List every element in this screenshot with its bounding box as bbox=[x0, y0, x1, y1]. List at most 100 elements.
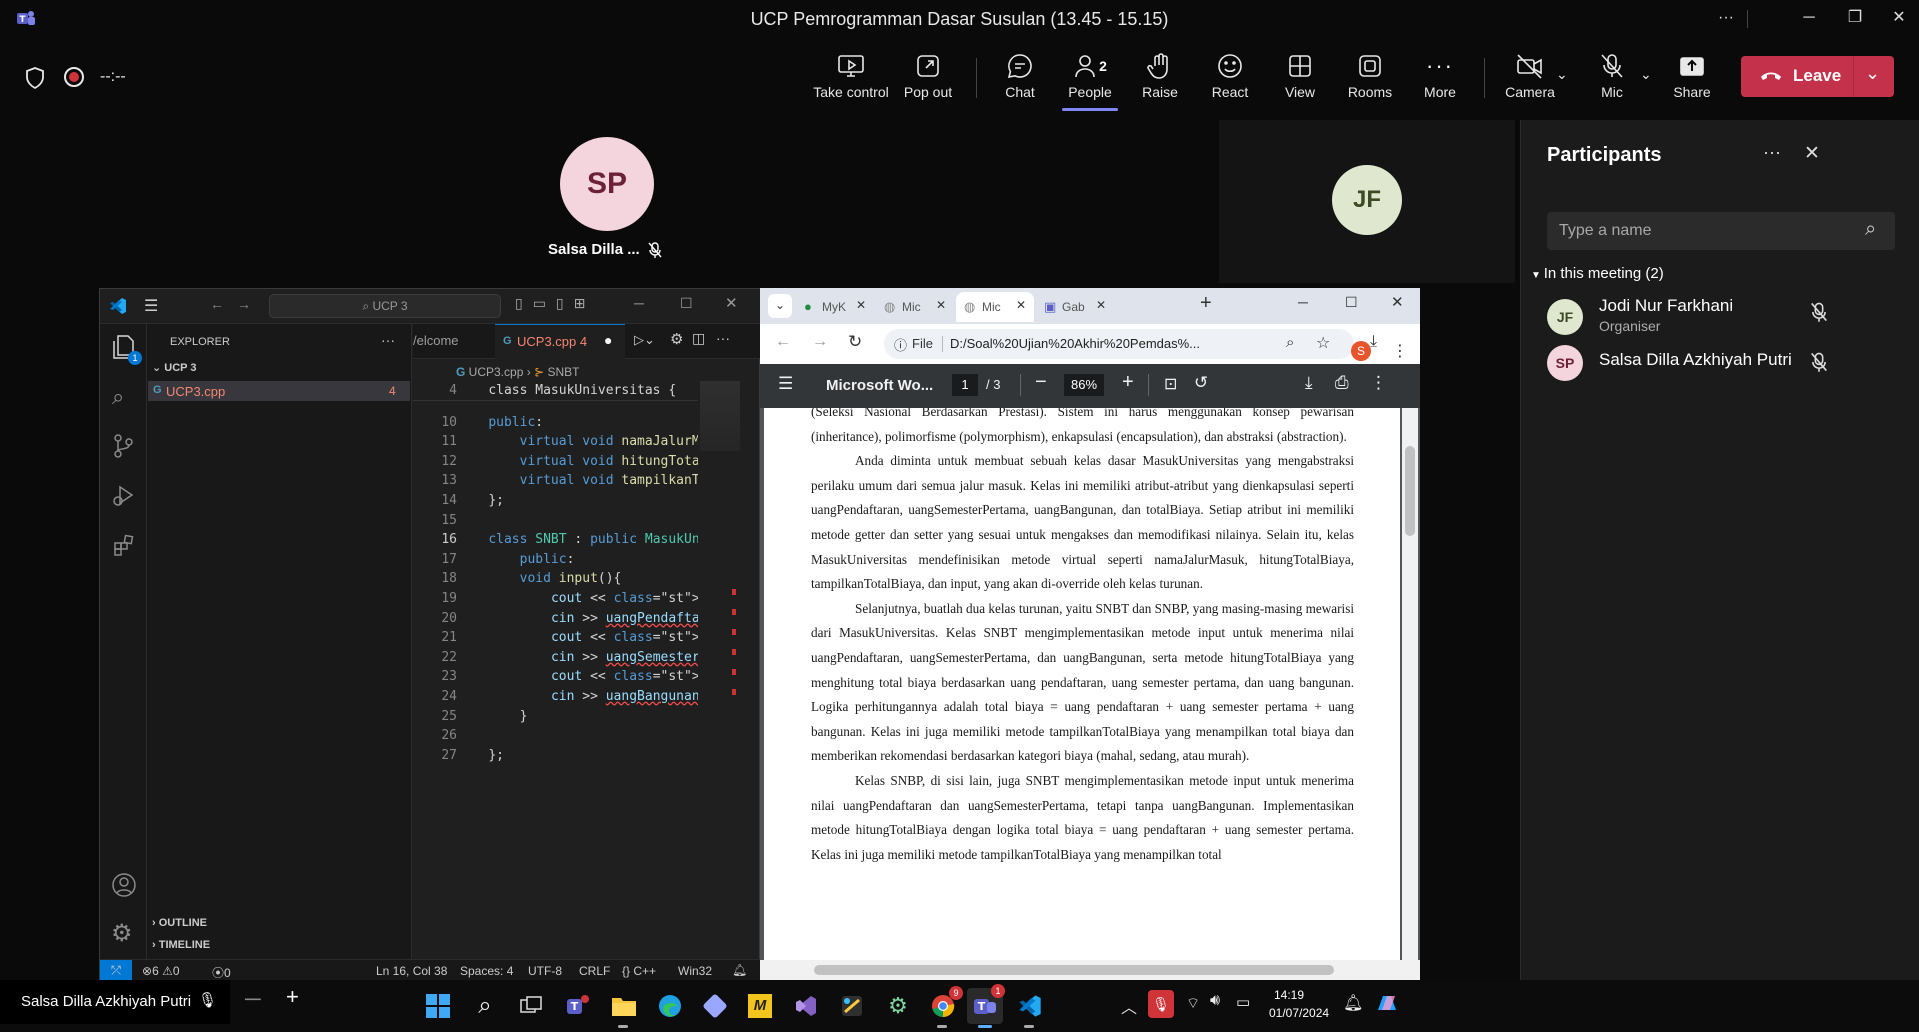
chat-button[interactable]: Chat bbox=[980, 50, 1060, 110]
leave-button[interactable]: Leave ⌄ bbox=[1741, 56, 1894, 97]
browser-tab[interactable]: ● MyK ✕ bbox=[796, 292, 874, 322]
folder-row[interactable]: ⌄ UCP 3 bbox=[152, 361, 196, 374]
notification-bell-icon[interactable]: 🔔︎ bbox=[1343, 993, 1363, 1013]
fit-page-icon[interactable]: ⊡ bbox=[1164, 374, 1177, 394]
wifi-icon[interactable]: ⌔ bbox=[1186, 994, 1200, 1013]
search-icon[interactable]: ⌕ bbox=[112, 384, 124, 410]
browser-more-icon[interactable]: ⋮ bbox=[1392, 341, 1408, 361]
platform[interactable]: Win32 bbox=[678, 964, 712, 978]
download-icon[interactable]: ⤓ bbox=[1370, 333, 1377, 351]
profile-avatar[interactable]: S bbox=[1351, 341, 1371, 361]
indentation[interactable]: Spaces: 4 bbox=[460, 964, 513, 978]
problems-indicator[interactable]: ⊗6 ⚠0 bbox=[142, 964, 180, 978]
ports-indicator[interactable]: ⦿0 bbox=[212, 964, 231, 981]
explorer-files-icon[interactable]: 1 bbox=[110, 333, 142, 365]
gear-icon[interactable]: ⚙ bbox=[670, 330, 683, 348]
pdf-scrollbar[interactable] bbox=[1402, 408, 1418, 960]
rotate-icon[interactable]: ↺ bbox=[1194, 373, 1208, 393]
clock-time[interactable]: 14:19 bbox=[1274, 988, 1304, 1002]
browser-tab[interactable]: ◍ Mic ✕ bbox=[956, 292, 1034, 322]
pdf-more-icon[interactable]: ⋮ bbox=[1370, 373, 1387, 393]
page-number-input[interactable]: 1 bbox=[952, 374, 978, 396]
explorer-more-icon[interactable]: ··· bbox=[381, 332, 395, 348]
more-button[interactable]: ··· More bbox=[1400, 50, 1480, 110]
drawing-app-icon[interactable] bbox=[834, 988, 870, 1024]
tab-active[interactable]: G UCP3.cpp 4 ● bbox=[495, 324, 625, 359]
rooms-button[interactable]: Rooms bbox=[1330, 50, 1410, 110]
horizontal-scrollbar[interactable] bbox=[760, 960, 1420, 980]
taskbar-search-icon[interactable]: ⌕ bbox=[467, 988, 503, 1024]
leave-options-chevron-icon[interactable]: ⌄ bbox=[1865, 63, 1880, 84]
extensions-icon[interactable] bbox=[112, 533, 136, 562]
bell-icon[interactable]: 🔔︎ bbox=[732, 963, 747, 977]
close-button[interactable]: ✕ bbox=[1876, 0, 1919, 38]
zoom-icon[interactable]: ⌕ bbox=[1286, 334, 1294, 351]
pop-out-button[interactable]: Pop out bbox=[888, 50, 968, 110]
browser-maximize-button[interactable]: ☐ bbox=[1345, 294, 1358, 311]
timeline-section[interactable]: › TIMELINE bbox=[152, 939, 210, 951]
minimap[interactable] bbox=[700, 381, 740, 451]
mic-options-chevron-icon[interactable]: ⌄ bbox=[1640, 66, 1652, 83]
forward-arrow-icon[interactable]: → bbox=[812, 333, 828, 351]
command-search-input[interactable]: ⌕ UCP 3 bbox=[269, 294, 501, 318]
more-options-icon[interactable]: ··· bbox=[1703, 0, 1749, 38]
vscode-minimize-button[interactable]: ─ bbox=[634, 295, 644, 311]
panel-close-icon[interactable]: ✕ bbox=[1804, 142, 1820, 165]
vscode-maximize-button[interactable]: ☐ bbox=[680, 295, 693, 312]
browser-close-button[interactable]: ✕ bbox=[1391, 293, 1404, 311]
meeting-section-header[interactable]: ▼ In this meeting (2) bbox=[1531, 265, 1664, 282]
tab-close-icon[interactable]: ✕ bbox=[936, 298, 946, 312]
panel-more-icon[interactable]: ··· bbox=[1763, 142, 1781, 163]
split-editor-icon[interactable]: ◫ bbox=[692, 330, 705, 347]
browser-tab[interactable]: ▣ Gab ✕ bbox=[1036, 292, 1114, 322]
line-ending[interactable]: CRLF bbox=[579, 964, 610, 978]
react-button[interactable]: React bbox=[1190, 50, 1270, 110]
forward-arrow-icon[interactable]: → bbox=[237, 296, 251, 312]
cursor-position[interactable]: Ln 16, Col 38 bbox=[376, 964, 447, 978]
zoom-in-icon[interactable]: + bbox=[1122, 371, 1134, 394]
browser-minimize-button[interactable]: ─ bbox=[1298, 294, 1308, 310]
teams-chat-icon[interactable]: T bbox=[560, 988, 596, 1024]
scroll-thumb[interactable] bbox=[1405, 446, 1415, 536]
vscode-taskbar-icon[interactable] bbox=[1012, 988, 1048, 1024]
bookmark-star-icon[interactable]: ☆ bbox=[1316, 333, 1330, 353]
show-hidden-icons-chevron-icon[interactable]: ︿ bbox=[1121, 994, 1137, 1018]
app-settings-icon[interactable]: ⚙ bbox=[880, 988, 916, 1024]
account-icon[interactable] bbox=[111, 872, 137, 903]
file-explorer-icon[interactable] bbox=[606, 988, 642, 1024]
take-control-button[interactable]: Take control bbox=[810, 50, 892, 110]
self-view-minimize-icon[interactable]: ─ bbox=[245, 986, 261, 1012]
editor-more-icon[interactable]: ··· bbox=[716, 330, 730, 346]
copilot-icon[interactable] bbox=[1374, 990, 1400, 1021]
browser-tab[interactable]: ◍ Mic ✕ bbox=[876, 292, 954, 322]
maximize-button[interactable]: ❐ bbox=[1832, 0, 1878, 38]
zoom-out-icon[interactable]: − bbox=[1035, 371, 1047, 394]
source-control-icon[interactable] bbox=[112, 433, 134, 464]
remote-indicator[interactable]: ⤱ bbox=[100, 960, 132, 981]
task-view-icon[interactable] bbox=[513, 988, 549, 1024]
tab-close-icon[interactable]: ✕ bbox=[1096, 298, 1106, 312]
run-icon[interactable]: ▷⌄ bbox=[634, 332, 655, 348]
run-debug-icon[interactable] bbox=[112, 483, 136, 512]
scroll-thumb[interactable] bbox=[814, 965, 1334, 975]
tab-close-icon[interactable]: ✕ bbox=[856, 298, 866, 312]
tab-welcome[interactable]: /elcome bbox=[413, 333, 459, 348]
language-mode[interactable]: {} C++ bbox=[622, 964, 656, 978]
visual-studio-icon[interactable] bbox=[788, 988, 824, 1024]
print-icon[interactable]: ⎙ bbox=[1335, 373, 1349, 393]
new-tab-button[interactable]: + bbox=[1200, 292, 1212, 315]
back-arrow-icon[interactable]: ← bbox=[775, 333, 791, 351]
participant-row[interactable]: SP Salsa Dilla Azkhiyah Putri bbox=[1521, 339, 1919, 387]
unsaved-dot-icon[interactable]: ● bbox=[604, 332, 612, 348]
pdf-download-icon[interactable]: ⤓ bbox=[1305, 373, 1313, 393]
git-icon[interactable] bbox=[697, 988, 733, 1024]
mic-in-use-icon[interactable]: 🎙︎ bbox=[1148, 990, 1174, 1018]
chrome-icon[interactable]: 9 bbox=[925, 986, 963, 1024]
back-arrow-icon[interactable]: ← bbox=[210, 296, 224, 312]
battery-icon[interactable]: ▭ bbox=[1236, 993, 1250, 1011]
share-button[interactable]: Share bbox=[1652, 50, 1732, 110]
breadcrumb[interactable]: G UCP3.cpp › ⊱ SNBT bbox=[456, 365, 579, 379]
clock-date[interactable]: 01/07/2024 bbox=[1269, 1006, 1329, 1020]
camera-options-chevron-icon[interactable]: ⌄ bbox=[1556, 66, 1568, 83]
teams-meeting-icon[interactable]: T1 bbox=[967, 984, 1005, 1024]
